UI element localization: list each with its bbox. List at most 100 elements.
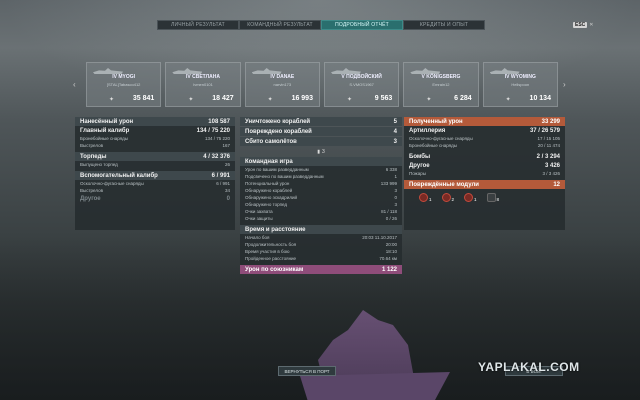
time-row: Начало боя 20:03 11.10.2017 bbox=[240, 234, 402, 241]
ship-card[interactable]: IV СВЕТЛАНА Ivmen0101 ✦ 18 427 bbox=[165, 62, 241, 107]
time-row-label: Начало боя bbox=[245, 235, 270, 240]
team-row-label: Потенциальный урон bbox=[245, 181, 290, 186]
team-row-value: 6 338 bbox=[385, 167, 397, 172]
artillery-row: Артиллерия 37 / 26 579 bbox=[404, 126, 565, 135]
tab-personal[interactable]: ЛИЧНЫЙ РЕЗУЛЬТАТ bbox=[157, 20, 239, 30]
received-label: Полученный урон bbox=[409, 118, 463, 125]
team-row: Потенциальный урон 133 999 bbox=[240, 180, 402, 187]
ships-prev-arrow[interactable]: ‹ bbox=[73, 80, 76, 89]
damage-icon: ✦ bbox=[426, 97, 432, 103]
ships-damaged-label: Повреждено кораблей bbox=[245, 128, 312, 135]
ship-card[interactable]: IV WYOMING Hellspoon ✦ 10 134 bbox=[482, 62, 558, 107]
dealt-value: 108 587 bbox=[208, 118, 230, 125]
modules-label: Повреждённые модули bbox=[409, 181, 479, 188]
time-row: Пройденное расстояние 70.64 км bbox=[240, 255, 402, 262]
planes-row: Сбито самолётов 3 bbox=[240, 137, 402, 146]
team-row-value: 0 / 26 bbox=[385, 216, 397, 221]
ship-name: V KÖNIGSBERG bbox=[421, 74, 461, 80]
shots-row: Выстрелов 167 bbox=[75, 142, 235, 149]
time-row-label: Время участия в бою bbox=[245, 249, 290, 254]
ship-name: IV СВЕТЛАНА bbox=[186, 74, 220, 80]
team-row-value: 133 999 bbox=[380, 181, 397, 186]
modules-row: Повреждённые модули 12 bbox=[404, 180, 565, 189]
time-row-label: Пройденное расстояние bbox=[245, 256, 297, 261]
team-row-value: 0 bbox=[394, 195, 397, 200]
he-label: Осколочно-фугасные снаряды bbox=[80, 181, 144, 186]
planes-value: 3 bbox=[393, 138, 397, 145]
watermark: YAPLAKAL.COM bbox=[478, 360, 580, 374]
he-received-label: Осколочно-фугасные снаряды bbox=[409, 136, 473, 141]
team-row-label: Подсвечено по вашим разведданным bbox=[245, 174, 324, 179]
secondary-shots-label: Выстрелов bbox=[80, 188, 103, 193]
module-item: 2 bbox=[441, 193, 454, 202]
damage-dealt-panel: Нанесённый урон 108 587 Главный калибр 134… bbox=[75, 117, 235, 230]
received-value: 33 299 bbox=[541, 118, 560, 125]
ap-received-value: 20 / 11 474 bbox=[537, 143, 560, 148]
ship-card[interactable]: IV DANAE narvin173 ✦ 16 993 bbox=[244, 62, 320, 107]
ship-name: IV WYOMING bbox=[504, 74, 536, 80]
shots-label: Выстрелов bbox=[80, 143, 103, 148]
team-row-value: 81 / 118 bbox=[381, 209, 397, 214]
ship-player: Hellspoon bbox=[511, 82, 530, 87]
ships-damaged-row: Повреждено кораблей 4 bbox=[240, 127, 402, 136]
team-row-label: Очки захвата bbox=[245, 209, 273, 214]
engine-icon bbox=[419, 193, 428, 202]
esc-close[interactable]: ESC ✕ bbox=[573, 22, 593, 28]
dealt-row: Нанесённый урон 108 587 bbox=[75, 117, 235, 126]
ship-player: [STAL]Tabasco412 bbox=[106, 82, 141, 87]
tab-team[interactable]: КОМАНДНЫЙ РЕЗУЛЬТАТ bbox=[239, 20, 321, 30]
ship-damage: 6 284 bbox=[454, 95, 472, 102]
other-label: Другое bbox=[80, 195, 101, 202]
tab-credits[interactable]: КРЕДИТЫ И ОПЫТ bbox=[403, 20, 485, 30]
main-caliber-row: Главный калибр 134 / 75 220 bbox=[75, 126, 235, 135]
ship-player: narvin173 bbox=[273, 82, 292, 87]
ship-card[interactable]: IV MYOGI [STAL]Tabasco412 ✦ 35 841 bbox=[86, 62, 162, 107]
module-item: 8 bbox=[486, 193, 500, 202]
ship-card[interactable]: V KÖNIGSBERG Emrain12 ✦ 6 284 bbox=[403, 62, 479, 107]
ship-damage: 9 563 bbox=[374, 95, 393, 102]
ship-damage: 35 841 bbox=[132, 95, 155, 102]
artillery-value: 37 / 26 579 bbox=[529, 127, 560, 134]
ship-damage: 10 134 bbox=[529, 95, 551, 102]
ap-label: Бронебойные снаряды bbox=[80, 136, 128, 141]
team-row-value: 3 bbox=[394, 202, 397, 207]
other-value: 0 bbox=[226, 195, 230, 202]
secondary-row: Вспомогательный калибр 6 / 991 bbox=[75, 171, 235, 180]
fires-label: Пожары bbox=[409, 171, 426, 176]
team-game-header: Командная игра bbox=[240, 157, 402, 166]
other-received-label: Другое bbox=[409, 162, 430, 169]
module-icons: 1 2 1 8 bbox=[404, 189, 565, 206]
ship-player: Ivmen0101 bbox=[193, 82, 213, 87]
artillery-label: Артиллерия bbox=[409, 127, 446, 134]
ship-player: Emrain12 bbox=[432, 82, 450, 87]
module-count: 8 bbox=[496, 197, 500, 202]
bombs-row: Бомбы 2 / 3 294 bbox=[404, 152, 565, 161]
other-received-value: 3 426 bbox=[544, 162, 560, 169]
torpedoes-value: 4 / 32 376 bbox=[203, 153, 230, 160]
ship-player: S.VMOS1967 bbox=[349, 82, 374, 87]
close-icon: ✕ bbox=[589, 22, 594, 28]
ships-destroyed-label: Уничтожено кораблей bbox=[245, 118, 311, 125]
ship-damage: 16 993 bbox=[291, 95, 313, 102]
ships-destroyed-value: 5 bbox=[393, 118, 397, 125]
ship-cards: IV MYOGI [STAL]Tabasco412 ✦ 35 841 IV СВЕТЛ… bbox=[86, 62, 558, 107]
team-row-label: Обнаружено торпед bbox=[245, 202, 288, 207]
tab-detailed[interactable]: ПОДРОБНЫЙ ОТЧЁТ bbox=[321, 20, 403, 30]
ships-next-arrow[interactable]: › bbox=[563, 80, 566, 89]
return-to-port-button[interactable]: ВЕРНУТЬСЯ В ПОРТ bbox=[278, 366, 336, 376]
bombs-label: Бомбы bbox=[409, 153, 431, 160]
torpedoes-row: Торпеды 4 / 32 376 bbox=[75, 152, 235, 161]
steering-icon bbox=[441, 193, 451, 202]
modules-value: 12 bbox=[553, 181, 560, 188]
torpedoes-fired-label: Выпущено торпед bbox=[80, 162, 118, 167]
team-row: Очки защиты 0 / 26 bbox=[240, 215, 402, 222]
ship-damage: 18 427 bbox=[212, 95, 234, 102]
team-row-value: 3 bbox=[394, 188, 397, 193]
time-row: Время участия в бою 18:10 bbox=[240, 248, 402, 255]
secondary-value: 6 / 991 bbox=[211, 172, 230, 179]
team-row-value: 1 bbox=[394, 174, 397, 179]
secondary-label: Вспомогательный калибр bbox=[80, 172, 158, 179]
ship-card[interactable]: V ПОДВОЙСКИЙ S.VMOS1967 ✦ 9 563 bbox=[323, 62, 400, 107]
time-row-value: 20:00 bbox=[385, 242, 397, 247]
received-row: Полученный урон 33 299 bbox=[404, 117, 565, 126]
